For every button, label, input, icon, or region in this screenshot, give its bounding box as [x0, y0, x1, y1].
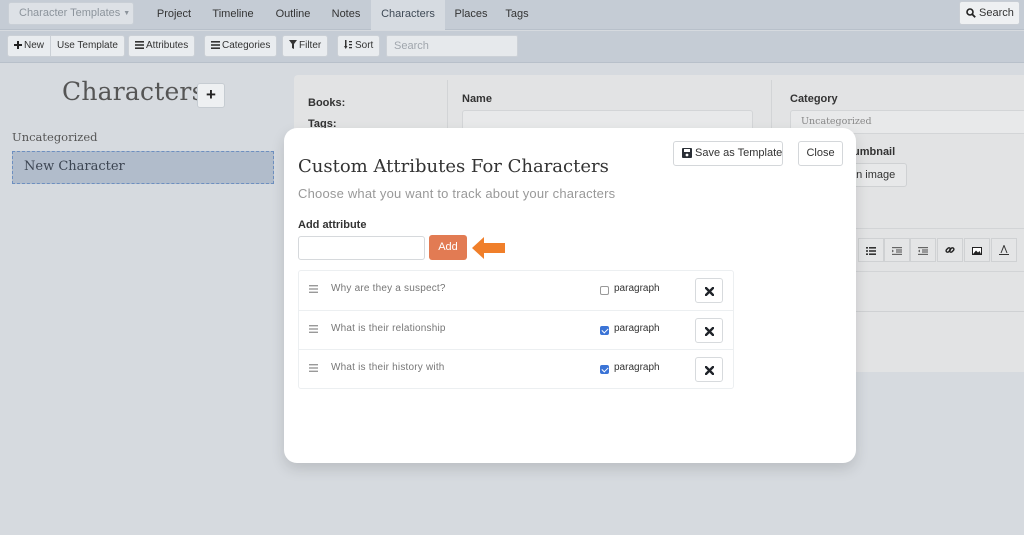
books-label: Books: [308, 97, 346, 109]
categories-label: Categories [222, 40, 271, 51]
sort-button[interactable]: Sort [337, 35, 381, 57]
list-icon [211, 41, 220, 49]
tab-outline[interactable]: Outline [268, 0, 318, 30]
close-button[interactable]: Close [798, 141, 843, 166]
paragraph-label: paragraph [614, 323, 660, 334]
new-label: New [24, 40, 45, 51]
outdent-icon [918, 247, 928, 255]
attribute-label: Why are they a suspect? [331, 283, 446, 294]
tab-project[interactable]: Project [150, 0, 198, 30]
paragraph-checkbox[interactable] [600, 286, 609, 295]
use-template-button[interactable]: Use Template [51, 35, 125, 57]
modal-subtitle: Choose what you want to track about your… [298, 186, 616, 201]
save-icon [682, 148, 692, 158]
bullet-list-icon [866, 247, 876, 255]
toolbar: New Use Template Attributes Categories F… [0, 31, 1024, 63]
divider [856, 311, 1024, 312]
attribute-label: What is their history with [331, 362, 445, 373]
search-label: Search [979, 7, 1014, 19]
editor-toolbar [840, 228, 1024, 272]
sort-label: Sort [355, 40, 374, 51]
sort-icon [344, 40, 352, 49]
attribute-row: What is their relationship paragraph [299, 310, 733, 349]
delete-attribute-button[interactable] [695, 278, 723, 303]
text-color-button[interactable] [991, 238, 1017, 262]
attribute-row: Why are they a suspect? paragraph [299, 271, 733, 310]
link-button[interactable] [937, 238, 963, 262]
top-nav: Character Templates ▼ Project Timeline Ou… [0, 0, 1024, 30]
custom-attributes-modal: Custom Attributes For Characters Choose … [284, 128, 856, 463]
tab-timeline[interactable]: Timeline [206, 0, 260, 30]
list-icon [135, 41, 144, 49]
character-list-item[interactable]: New Character [12, 151, 274, 184]
paragraph-label: paragraph [614, 283, 660, 294]
add-attribute-input[interactable] [298, 236, 425, 260]
filter-icon [289, 40, 297, 49]
category-label: Category [790, 93, 838, 105]
filter-button[interactable]: Filter [282, 35, 329, 57]
delete-attribute-button[interactable] [695, 357, 723, 382]
tab-tags[interactable]: Tags [502, 0, 532, 30]
plus-icon [14, 41, 22, 49]
filter-label: Filter [299, 40, 322, 51]
text-color-icon [999, 244, 1009, 255]
modal-title: Custom Attributes For Characters [298, 156, 609, 177]
close-icon [704, 365, 714, 376]
top-search-button[interactable]: Search [959, 1, 1020, 25]
tab-notes[interactable]: Notes [326, 0, 366, 30]
drag-handle-icon[interactable] [309, 364, 318, 372]
caret-down-icon: ▼ [123, 10, 131, 17]
tab-characters[interactable]: Characters [371, 0, 445, 30]
category-heading: Uncategorized [12, 130, 98, 144]
categories-button[interactable]: Categories [204, 35, 278, 57]
arrow-left-annotation-icon [472, 237, 505, 259]
new-button[interactable]: New [7, 35, 52, 57]
attribute-row: What is their history with paragraph [299, 349, 733, 388]
drag-handle-icon[interactable] [309, 325, 318, 333]
image-button[interactable] [964, 238, 990, 262]
paragraph-label: paragraph [614, 362, 660, 373]
search-icon [966, 8, 976, 18]
template-dropdown-label: Character Templates [19, 7, 121, 19]
divider [447, 80, 448, 130]
add-attribute-label: Add attribute [298, 219, 367, 231]
save-as-template-label: Save as Template [695, 147, 783, 159]
paragraph-checkbox[interactable] [600, 326, 609, 335]
paragraph-checkbox[interactable] [600, 365, 609, 374]
indent-button[interactable] [884, 238, 910, 262]
thumbnail-label: umbnail [853, 146, 896, 158]
outdent-button[interactable] [910, 238, 936, 262]
bullet-list-button[interactable] [858, 238, 884, 262]
attributes-label: Attributes [146, 40, 189, 51]
attribute-list: Why are they a suspect? paragraph What i… [298, 270, 734, 389]
indent-icon [892, 247, 902, 255]
link-icon [945, 247, 955, 253]
tab-places[interactable]: Places [450, 0, 492, 30]
name-label: Name [462, 93, 492, 105]
character-templates-dropdown[interactable]: Character Templates ▼ [8, 2, 134, 25]
sidebar-title: Characters [62, 77, 205, 106]
attribute-label: What is their relationship [331, 323, 446, 334]
close-icon [704, 326, 714, 337]
drag-handle-icon[interactable] [309, 285, 318, 293]
save-as-template-button[interactable]: Save as Template [673, 141, 783, 166]
image-icon [972, 247, 982, 255]
close-icon [704, 286, 714, 297]
toolbar-search-input[interactable]: Search [386, 35, 518, 57]
add-character-button[interactable]: + [197, 83, 225, 108]
add-attribute-button[interactable]: Add [429, 235, 467, 260]
attributes-button[interactable]: Attributes [128, 35, 196, 57]
delete-attribute-button[interactable] [695, 318, 723, 343]
